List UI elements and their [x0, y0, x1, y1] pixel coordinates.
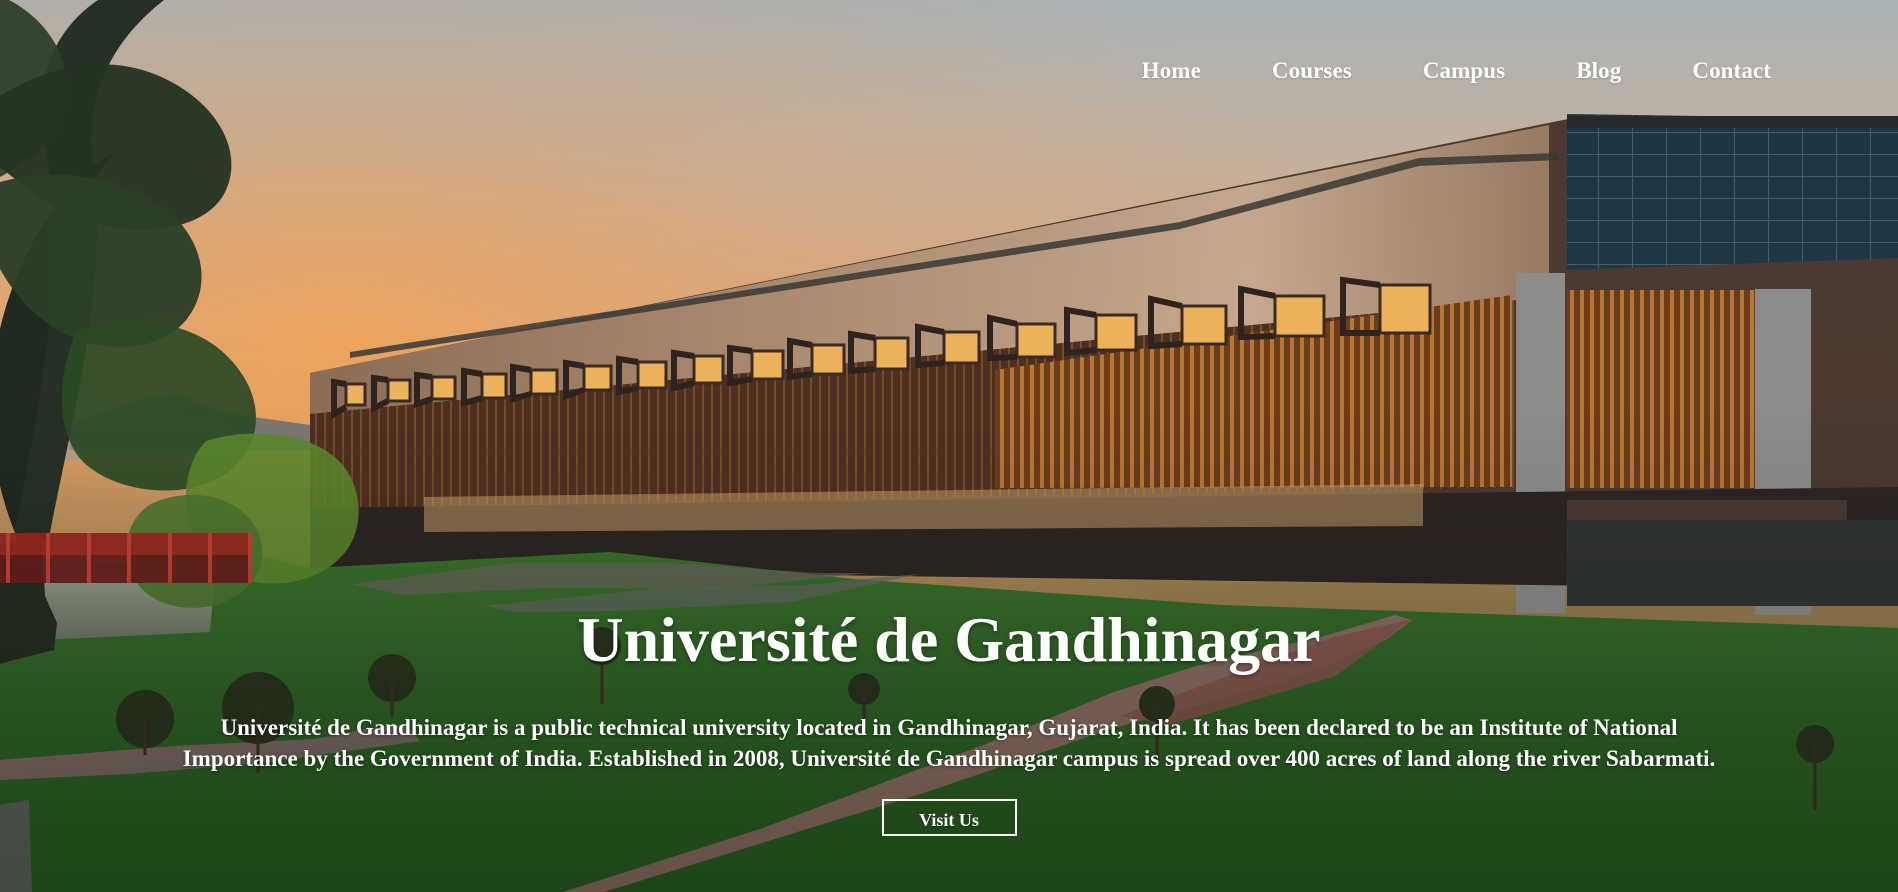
hero-section: Home Courses Campus Blog Contact Univers… [0, 0, 1898, 892]
hero-content: Université de Gandhinagar Université de … [0, 604, 1898, 836]
top-navigation: Home Courses Campus Blog Contact [1142, 56, 1771, 86]
nav-contact-link[interactable]: Contact [1692, 56, 1771, 86]
nav-campus-link[interactable]: Campus [1423, 56, 1505, 86]
nav-courses-link[interactable]: Courses [1272, 56, 1352, 86]
university-description: Université de Gandhinagar is a public te… [182, 715, 1716, 771]
nav-blog-link[interactable]: Blog [1576, 56, 1621, 86]
nav-home-link[interactable]: Home [1142, 56, 1201, 86]
university-title: Université de Gandhinagar [577, 604, 1321, 675]
visit-us-button[interactable]: Visit Us [881, 799, 1017, 836]
